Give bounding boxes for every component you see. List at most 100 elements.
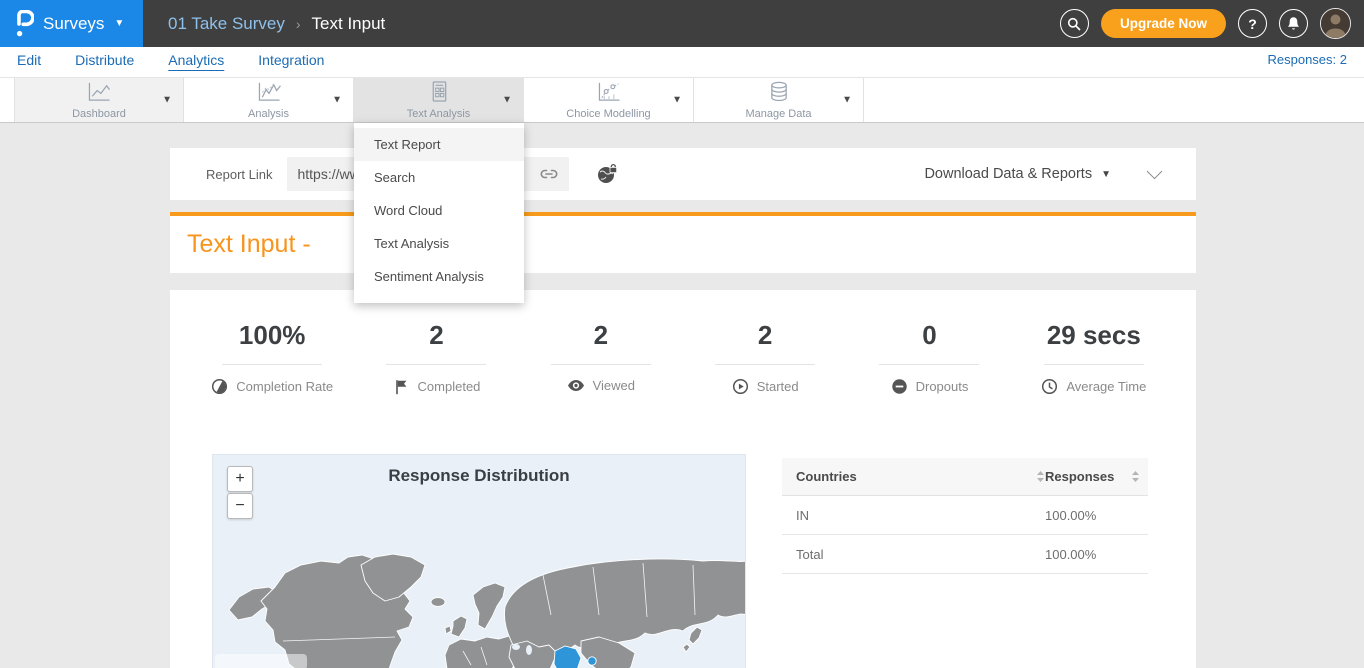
table-row: IN 100.00%: [782, 496, 1148, 535]
choice-modelling-caret-down-icon[interactable]: ▼: [672, 95, 682, 106]
completion-rate-icon: [211, 378, 228, 395]
minus-circle-icon: [891, 378, 908, 395]
analytics-panel: 100% Completion Rate 2: [170, 290, 1196, 668]
table-row: Total 100.00%: [782, 535, 1148, 574]
menu-item-sentiment-analysis[interactable]: Sentiment Analysis: [354, 260, 524, 293]
stat-viewed-value: 2: [519, 320, 683, 351]
stat-started-label: Started: [757, 379, 799, 394]
tab-manage-data-label: Manage Data: [745, 108, 811, 120]
stat-divider: [551, 364, 651, 365]
dashboard-caret-down-icon[interactable]: ▼: [162, 95, 172, 106]
avatar[interactable]: [1320, 8, 1351, 39]
page-content: Report Link Download Data & Reports ▼: [0, 123, 1364, 668]
download-data-reports-label: Download Data & Reports: [924, 166, 1092, 182]
stat-viewed: 2 Viewed: [519, 320, 683, 395]
stat-dropouts-value: 0: [847, 320, 1011, 351]
flag-icon: [393, 378, 410, 395]
upgrade-now-button[interactable]: Upgrade Now: [1101, 9, 1226, 38]
tab-dashboard[interactable]: Dashboard ▼: [14, 78, 184, 122]
tab-manage-data[interactable]: Manage Data ▼: [694, 78, 864, 122]
map-title: Response Distribution: [213, 466, 745, 486]
search-button[interactable]: [1060, 9, 1089, 38]
breadcrumb-current-page: Text Input: [312, 14, 386, 34]
breadcrumb-survey-name[interactable]: 01 Take Survey: [168, 14, 285, 34]
questionpro-logo-icon: [15, 10, 34, 37]
collapse-chevron-icon[interactable]: [1147, 164, 1163, 180]
tab-text-analysis[interactable]: Text Analysis ▼: [354, 78, 524, 122]
stat-divider: [222, 364, 322, 365]
response-distribution-map[interactable]: Response Distribution + −: [212, 454, 746, 668]
report-link-label: Report Link: [206, 167, 272, 182]
menu-item-text-report[interactable]: Text Report: [354, 128, 524, 161]
text-analysis-caret-down-icon[interactable]: ▼: [502, 95, 512, 106]
stat-viewed-label: Viewed: [593, 378, 635, 393]
text-analysis-menu: Text Report Search Word Cloud Text Analy…: [354, 123, 524, 303]
download-data-reports-dropdown[interactable]: Download Data & Reports ▼: [924, 166, 1111, 182]
notifications-button[interactable]: [1279, 9, 1308, 38]
menu-item-search[interactable]: Search: [354, 161, 524, 194]
surveys-menu-button[interactable]: Surveys ▼: [0, 0, 143, 47]
clock-icon: [1041, 378, 1058, 395]
tab-analysis[interactable]: Analysis ▼: [184, 78, 354, 122]
countries-table-header: Countries Responses: [782, 458, 1148, 496]
search-icon: [1067, 17, 1081, 31]
report-link-bar: Report Link Download Data & Reports ▼: [170, 148, 1196, 200]
responses-column-header[interactable]: Responses: [1045, 469, 1125, 484]
eye-icon: [567, 378, 585, 393]
manage-data-icon: [764, 81, 794, 107]
stats-row: 100% Completion Rate 2: [170, 290, 1196, 395]
stat-average-time-label: Average Time: [1066, 379, 1146, 394]
stat-dropouts-label: Dropouts: [916, 379, 969, 394]
stat-divider: [715, 364, 815, 365]
choice-modelling-icon: [594, 81, 624, 107]
stat-divider: [1044, 364, 1144, 365]
help-button[interactable]: ?: [1238, 9, 1267, 38]
map-zoom-controls: + −: [227, 466, 253, 519]
stat-completed: 2 Completed: [354, 320, 518, 395]
stat-completed-value: 2: [354, 320, 518, 351]
analytics-toolbar: Dashboard ▼ Analysis ▼ Text Analysis ▼: [0, 77, 1364, 123]
text-analysis-icon: [424, 81, 454, 107]
countries-table: Countries Responses: [782, 458, 1148, 574]
link-icon[interactable]: [539, 164, 559, 184]
nav-item-distribute[interactable]: Distribute: [75, 49, 134, 68]
question-title-panel: Text Input -: [170, 212, 1196, 273]
stat-completion-rate-value: 100%: [190, 320, 354, 351]
map-zoom-out-button[interactable]: −: [227, 493, 253, 519]
stat-average-time-value: 29 secs: [1012, 320, 1176, 351]
map-tooltip-shadow: [215, 654, 307, 668]
download-caret-down-icon: ▼: [1101, 169, 1111, 180]
analysis-caret-down-icon[interactable]: ▼: [332, 95, 342, 106]
stat-divider: [879, 364, 979, 365]
survey-nav: Edit Distribute Analytics Integration Re…: [0, 47, 1364, 77]
dashboard-icon: [84, 81, 114, 107]
stat-started: 2 Started: [683, 320, 847, 395]
nav-item-analytics[interactable]: Analytics: [168, 49, 224, 68]
stat-completion-rate: 100% Completion Rate: [190, 320, 354, 395]
bell-icon: [1286, 16, 1301, 32]
surveys-caret-down-icon: ▼: [114, 18, 124, 29]
country-cell: Total: [796, 547, 1045, 562]
stat-started-value: 2: [683, 320, 847, 351]
question-title: Text Input -: [187, 230, 311, 259]
stat-completed-label: Completed: [418, 379, 481, 394]
product-name: Surveys: [43, 14, 104, 34]
globe-lock-icon[interactable]: [596, 163, 618, 185]
sort-countries-icon[interactable]: [1036, 470, 1045, 483]
menu-item-word-cloud[interactable]: Word Cloud: [354, 194, 524, 227]
manage-data-caret-down-icon[interactable]: ▼: [842, 95, 852, 106]
sort-responses-icon[interactable]: [1131, 470, 1140, 483]
menu-item-text-analysis[interactable]: Text Analysis: [354, 227, 524, 260]
header-actions: Upgrade Now ?: [1060, 8, 1364, 39]
play-icon: [732, 378, 749, 395]
map-zoom-in-button[interactable]: +: [227, 466, 253, 492]
nav-item-integration[interactable]: Integration: [258, 49, 324, 68]
country-cell: IN: [796, 508, 1045, 523]
stat-divider: [386, 364, 486, 365]
nav-item-edit[interactable]: Edit: [17, 49, 41, 68]
countries-column-header[interactable]: Countries: [796, 469, 857, 484]
tab-text-analysis-label: Text Analysis: [407, 108, 471, 120]
analysis-icon: [254, 81, 284, 107]
stat-dropouts: 0 Dropouts: [847, 320, 1011, 395]
tab-choice-modelling[interactable]: Choice Modelling ▼: [524, 78, 694, 122]
